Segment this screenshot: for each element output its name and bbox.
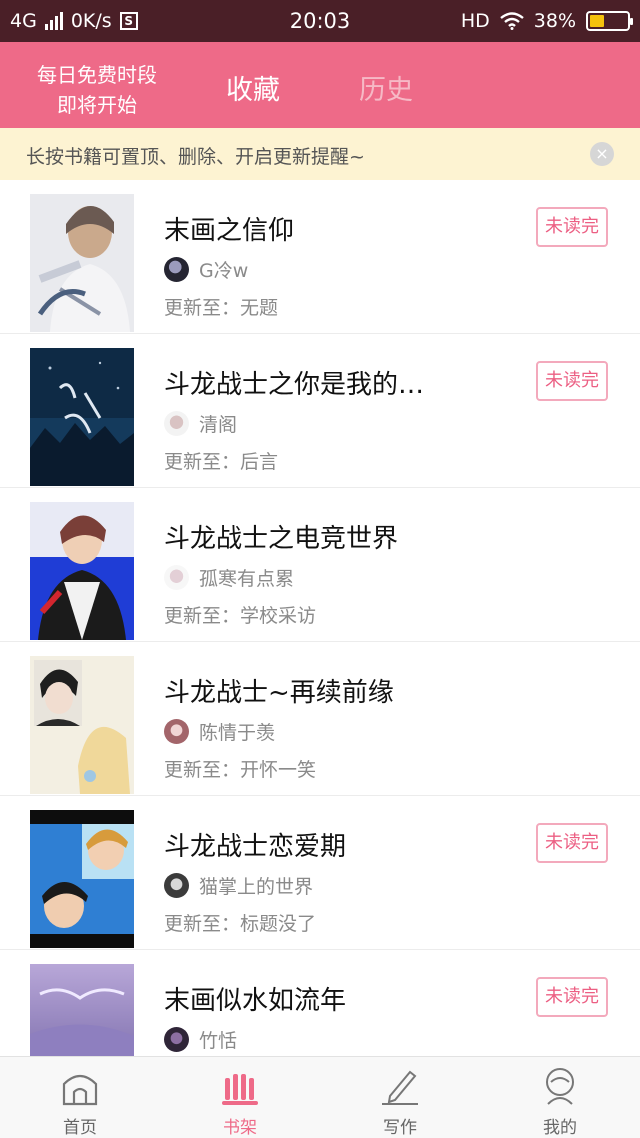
book-cover bbox=[30, 656, 134, 794]
book-item[interactable]: 斗龙战士之你是我的… 清阁 更新至：后言 未读完 bbox=[0, 334, 640, 488]
profile-icon bbox=[546, 1068, 574, 1105]
unread-badge: 未读完 bbox=[536, 207, 608, 247]
author-row: G冷w bbox=[164, 256, 248, 283]
author-avatar bbox=[164, 411, 189, 436]
tab-favorites[interactable]: 收藏 bbox=[226, 68, 280, 107]
free-period-banner[interactable]: 每日免费时段 即将开始 bbox=[26, 60, 168, 120]
bookshelf-list: 末画之信仰 G冷w 更新至：无题 未读完 斗龙战士之你是我的… 清阁 更新至：后… bbox=[0, 180, 640, 1104]
battery-fill bbox=[590, 15, 604, 27]
promo-line-2: 即将开始 bbox=[57, 93, 137, 117]
tab-history[interactable]: 历史 bbox=[359, 68, 413, 107]
author-row: 竹恬 bbox=[164, 1026, 237, 1053]
bottom-nav: 首页 书架 写作 我的 bbox=[0, 1056, 640, 1138]
book-cover bbox=[30, 348, 134, 486]
author-row: 陈情于羡 bbox=[164, 718, 275, 745]
nav-profile[interactable]: 我的 bbox=[500, 1063, 620, 1138]
author-avatar bbox=[164, 257, 189, 282]
battery-icon bbox=[586, 11, 633, 31]
author-name: 竹恬 bbox=[199, 1030, 238, 1052]
author-row: 孤寒有点累 bbox=[164, 564, 294, 591]
wifi-icon bbox=[500, 12, 524, 30]
close-tip-button[interactable]: × bbox=[590, 142, 614, 166]
book-item[interactable]: 斗龙战士之电竞世界 孤寒有点累 更新至：学校采访 bbox=[0, 488, 640, 642]
latest-chapter: 更新至：标题没了 bbox=[164, 913, 317, 935]
hd-indicator: HD bbox=[460, 10, 490, 32]
unread-badge: 未读完 bbox=[536, 823, 608, 863]
nav-home[interactable]: 首页 bbox=[20, 1063, 140, 1138]
book-title: 末画似水如流年 bbox=[164, 986, 347, 1016]
nav-label: 我的 bbox=[543, 1118, 577, 1138]
author-row: 猫掌上的世界 bbox=[164, 872, 313, 899]
latest-chapter: 更新至：学校采访 bbox=[164, 605, 317, 627]
nav-bookshelf[interactable]: 书架 bbox=[180, 1063, 300, 1138]
unread-badge: 未读完 bbox=[536, 361, 608, 401]
book-title: 斗龙战士之电竞世界 bbox=[164, 524, 399, 554]
unread-badge: 未读完 bbox=[536, 977, 608, 1017]
author-name: 清阁 bbox=[199, 414, 238, 436]
book-cover bbox=[30, 810, 134, 948]
home-icon bbox=[62, 1074, 98, 1106]
nav-label: 写作 bbox=[383, 1118, 417, 1138]
book-title: 斗龙战士~再续前缘 bbox=[164, 678, 394, 708]
nav-label: 首页 bbox=[63, 1118, 97, 1138]
tip-bar: 长按书籍可置顶、删除、开启更新提醒~ × bbox=[0, 128, 640, 180]
app-header: 每日免费时段 即将开始 收藏 历史 bbox=[0, 42, 640, 128]
author-name: G冷w bbox=[199, 260, 249, 282]
pen-icon bbox=[382, 1070, 418, 1105]
author-avatar bbox=[164, 565, 189, 590]
book-item[interactable]: 末画之信仰 G冷w 更新至：无题 未读完 bbox=[0, 180, 640, 334]
book-title: 斗龙战士恋爱期 bbox=[164, 832, 347, 862]
book-cover bbox=[30, 502, 134, 640]
book-title: 斗龙战士之你是我的… bbox=[164, 370, 425, 400]
author-row: 清阁 bbox=[164, 410, 237, 437]
author-avatar bbox=[164, 1027, 189, 1052]
latest-chapter: 更新至：无题 bbox=[164, 297, 279, 319]
author-name: 陈情于羡 bbox=[199, 722, 276, 744]
book-title: 末画之信仰 bbox=[164, 216, 295, 246]
author-name: 猫掌上的世界 bbox=[199, 876, 314, 898]
latest-chapter: 更新至：开怀一笑 bbox=[164, 759, 317, 781]
book-cover bbox=[30, 194, 134, 332]
nav-write[interactable]: 写作 bbox=[340, 1063, 460, 1138]
author-avatar bbox=[164, 873, 189, 898]
book-item[interactable]: 斗龙战士~再续前缘 陈情于羡 更新至：开怀一笑 bbox=[0, 642, 640, 796]
author-name: 孤寒有点累 bbox=[199, 568, 295, 590]
battery-percent: 38% bbox=[533, 10, 576, 32]
status-right: HD 38% bbox=[460, 10, 633, 32]
book-item[interactable]: 斗龙战士恋爱期 猫掌上的世界 更新至：标题没了 未读完 bbox=[0, 796, 640, 950]
author-avatar bbox=[164, 719, 189, 744]
promo-line-1: 每日免费时段 bbox=[37, 63, 157, 87]
nav-label: 书架 bbox=[223, 1118, 257, 1138]
latest-chapter: 更新至：后言 bbox=[164, 451, 279, 473]
tip-text: 长按书籍可置顶、删除、开启更新提醒~ bbox=[26, 146, 365, 168]
bookshelf-icon bbox=[222, 1074, 258, 1105]
status-bar: 4G 0K/s S 20:03 HD 38% bbox=[0, 0, 640, 42]
